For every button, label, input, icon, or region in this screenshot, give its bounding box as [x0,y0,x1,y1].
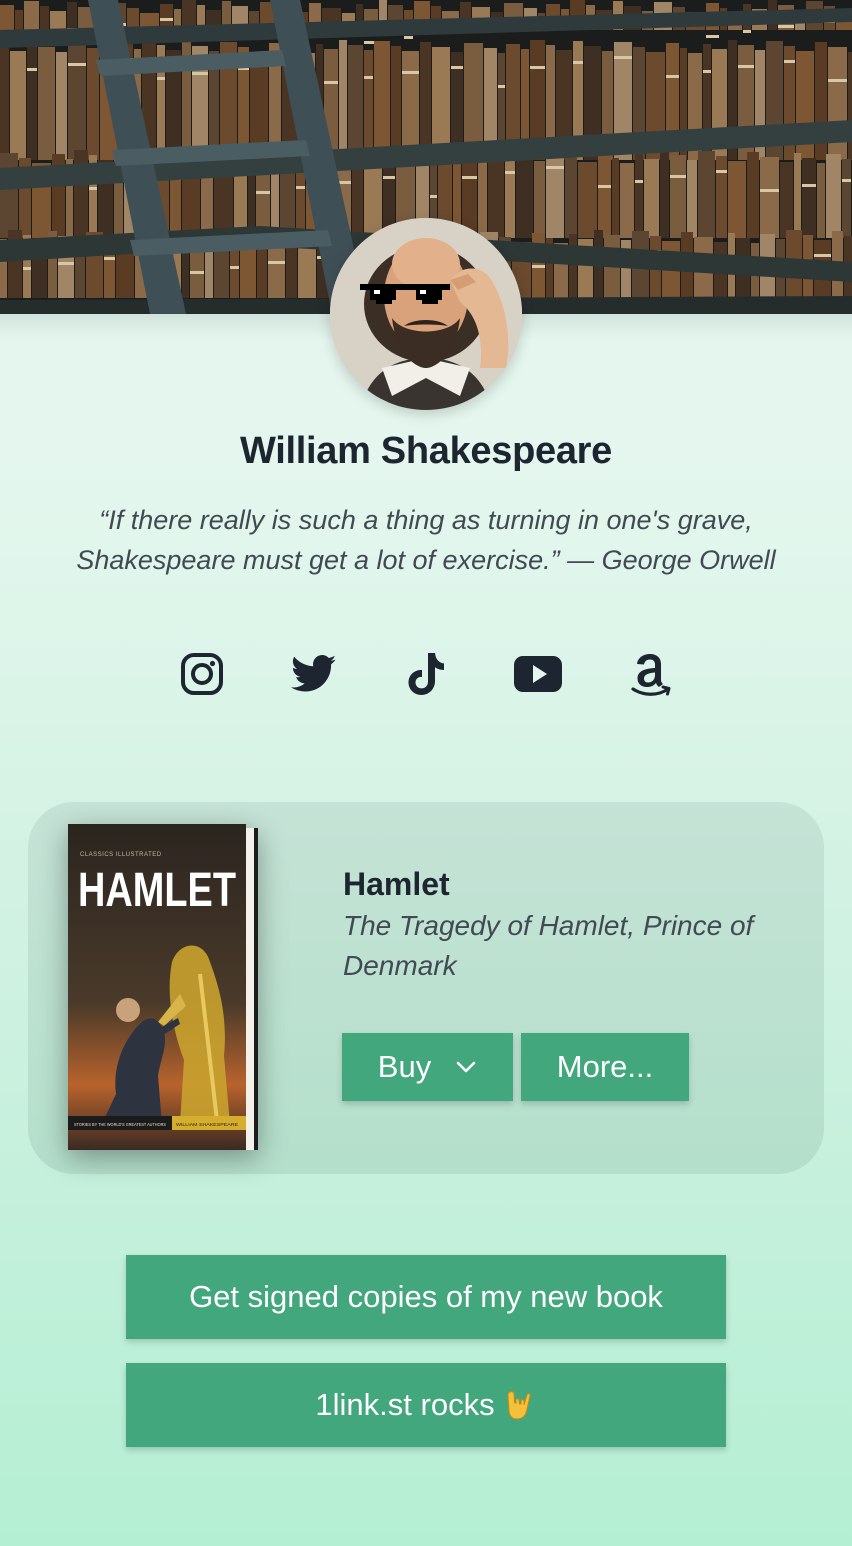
profile-quote: “If there really is such a thing as turn… [76,505,776,575]
social-links [178,650,674,700]
signed-copies-link-button[interactable]: Get signed copies of my new book [126,1255,726,1339]
rock-hand-icon [503,1388,537,1422]
twitter-link[interactable] [290,650,338,698]
profile-name: William Shakespeare [239,430,613,472]
cover-title-text: HAMLET [78,864,236,917]
book-subtitle: The Tragedy of Hamlet, Prince of Denmark [343,910,754,981]
cover-series-text: CLASSICS ILLUSTRATED [80,852,162,858]
book-title: Hamlet [343,866,450,902]
1link-rocks-link-button[interactable]: 1link.st rocks [126,1363,726,1447]
cover-footer-left-text: STORIES BY THE WORLD'S GREATEST AUTHORS [74,1122,166,1127]
avatar [330,218,522,410]
tiktok-link[interactable] [402,650,450,698]
youtube-icon [514,656,562,692]
book-cover-image[interactable]: CLASSICS ILLUSTRATED HAMLET STORIES BY T… [68,824,260,1154]
amazon-icon [628,651,672,697]
chevron-down-icon [455,1060,477,1074]
buy-dropdown-button[interactable]: Buy [342,1033,513,1101]
more-button[interactable]: More... [521,1033,689,1101]
link-button-label: Get signed copies of my new book [189,1279,663,1314]
youtube-link[interactable] [514,650,562,698]
book-card: CLASSICS ILLUSTRATED HAMLET STORIES BY T… [28,802,824,1174]
more-button-label: More... [556,1049,654,1084]
tiktok-icon [406,651,446,697]
buy-button-label: Buy [377,1049,432,1084]
instagram-link[interactable] [178,650,226,698]
twitter-icon [291,655,337,693]
link-button-label: 1link.st rocks [315,1387,495,1422]
cover-footer-right-text: WILLIAM SHAKESPEARE [176,1122,238,1127]
amazon-link[interactable] [626,650,674,698]
instagram-icon [180,652,224,696]
